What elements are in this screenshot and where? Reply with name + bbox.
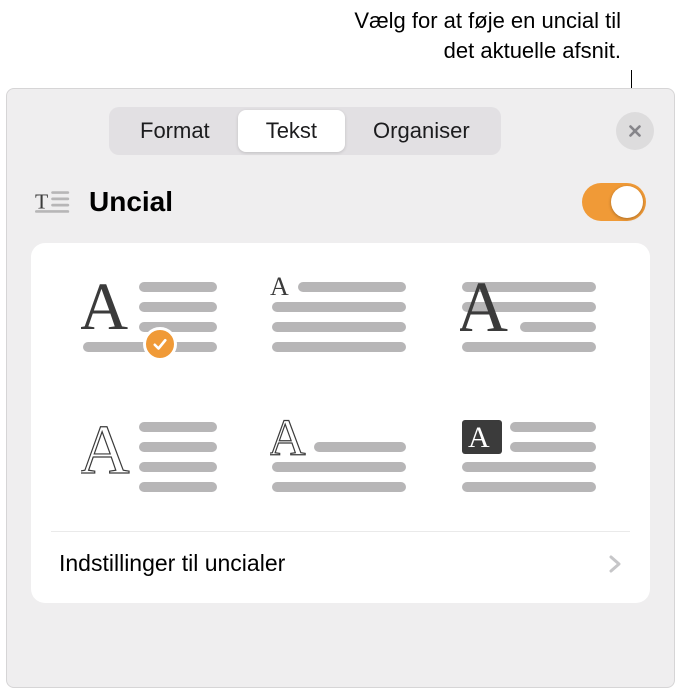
svg-text:A: A: [81, 413, 130, 489]
dropcap-style-3-preview: A: [460, 273, 600, 363]
close-button[interactable]: [616, 112, 654, 150]
svg-text:A: A: [270, 413, 306, 467]
toggle-knob: [611, 186, 643, 218]
tab-format[interactable]: Format: [112, 110, 238, 152]
uncial-toggle[interactable]: [582, 183, 646, 221]
inspector-panel: Format Tekst Organiser T Uncial: [6, 88, 675, 688]
svg-text:A: A: [81, 273, 128, 344]
dropcap-style-5-preview: A: [270, 413, 410, 503]
section-title: Uncial: [89, 186, 582, 218]
toolbar: Format Tekst Organiser: [7, 89, 674, 161]
dropcap-style-3[interactable]: A: [450, 273, 610, 363]
dropcap-style-1[interactable]: A: [71, 273, 231, 363]
dropcap-style-6-preview: A: [460, 413, 600, 503]
dropcap-style-2-preview: A: [270, 273, 410, 363]
segmented-control: Format Tekst Organiser: [109, 107, 501, 155]
svg-text:A: A: [468, 421, 490, 454]
dropcap-style-4[interactable]: A: [71, 413, 231, 503]
callout-line1: Vælg for at føje en uncial til: [354, 6, 621, 36]
close-icon: [626, 122, 644, 140]
dropcap-style-6[interactable]: A: [450, 413, 610, 503]
dropcap-style-2[interactable]: A: [261, 273, 421, 363]
settings-label: Indstillinger til uncialer: [59, 550, 608, 577]
tab-text[interactable]: Tekst: [238, 110, 345, 152]
dropcap-style-4-preview: A: [81, 413, 221, 503]
styles-panel: A A: [31, 243, 650, 603]
chevron-right-icon: [608, 554, 622, 574]
callout-line2: det aktuelle afsnit.: [354, 36, 621, 66]
dropcap-style-5[interactable]: A: [261, 413, 421, 503]
styles-grid: A A: [51, 273, 630, 523]
svg-text:A: A: [460, 273, 508, 347]
callout-text: Vælg for at føje en uncial til det aktue…: [354, 6, 621, 65]
svg-text:T: T: [35, 189, 48, 213]
dropcap-icon: T: [35, 188, 71, 216]
tab-organize[interactable]: Organiser: [345, 110, 498, 152]
section-header: T Uncial: [7, 161, 674, 235]
dropcap-settings-row[interactable]: Indstillinger til uncialer: [51, 531, 630, 583]
svg-text:A: A: [270, 273, 289, 301]
checkmark-icon: [143, 327, 177, 361]
